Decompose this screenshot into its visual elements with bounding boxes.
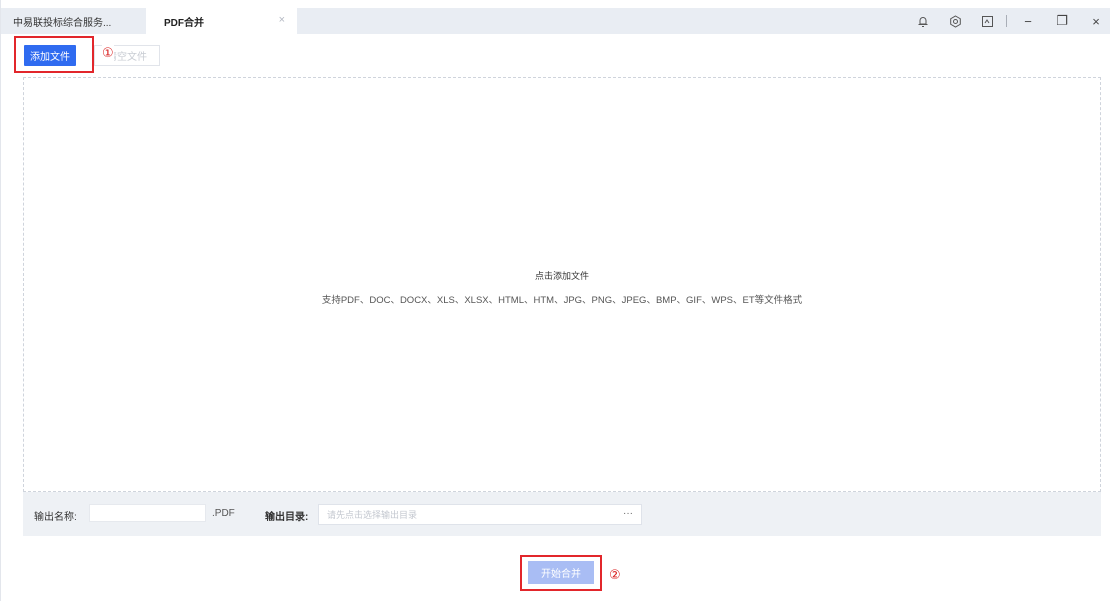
- titlebar-divider: [1006, 15, 1007, 27]
- output-dir-field[interactable]: 请先点击选择输出目录 ···: [318, 504, 642, 525]
- app-window: 中易联投标综合服务... PDF合并 × − ❐ × 清空文件 添加文件 ① 点…: [0, 0, 1110, 601]
- settings-icon[interactable]: [942, 8, 968, 34]
- display-icon[interactable]: [974, 8, 1000, 34]
- add-file-button[interactable]: 添加文件: [24, 45, 76, 66]
- output-name-input[interactable]: [89, 504, 206, 522]
- tab-close-icon[interactable]: ×: [279, 14, 285, 26]
- output-dir-label: 输出目录:: [265, 512, 309, 523]
- output-settings-bar: 输出名称: .PDF 输出目录: 请先点击选择输出目录 ···: [23, 492, 1101, 536]
- output-extension: .PDF: [212, 508, 235, 519]
- tab-pdf-merge[interactable]: PDF合并 ×: [146, 8, 297, 34]
- toolbar: 清空文件 添加文件 ①: [1, 34, 1110, 76]
- browse-more-icon[interactable]: ···: [623, 508, 633, 519]
- supported-formats-text: 支持PDF、DOC、DOCX、XLS、XLSX、HTML、HTM、JPG、PNG…: [321, 295, 803, 306]
- tab-label: 中易联投标综合服务...: [13, 17, 112, 29]
- file-drop-zone[interactable]: 点击添加文件 支持PDF、DOC、DOCX、XLS、XLSX、HTML、HTM、…: [23, 77, 1101, 492]
- annotation-step1-number: ①: [102, 45, 114, 61]
- drop-zone-title: 点击添加文件: [534, 271, 589, 281]
- maximize-button[interactable]: ❐: [1047, 8, 1077, 34]
- bell-icon[interactable]: [910, 8, 936, 34]
- titlebar-actions: − ❐ ×: [910, 8, 1110, 34]
- title-bar: 中易联投标综合服务... PDF合并 × − ❐ ×: [1, 8, 1110, 34]
- output-name-label: 输出名称:: [34, 512, 77, 523]
- start-merge-button[interactable]: 开始合并: [528, 561, 594, 584]
- output-dir-placeholder: 请先点击选择输出目录: [327, 510, 418, 520]
- annotation-step2-number: ②: [609, 567, 621, 582]
- tab-bidding-service[interactable]: 中易联投标综合服务...: [1, 8, 146, 34]
- tab-label: PDF合并: [164, 17, 204, 29]
- close-button[interactable]: ×: [1081, 8, 1110, 34]
- minimize-button[interactable]: −: [1013, 8, 1043, 34]
